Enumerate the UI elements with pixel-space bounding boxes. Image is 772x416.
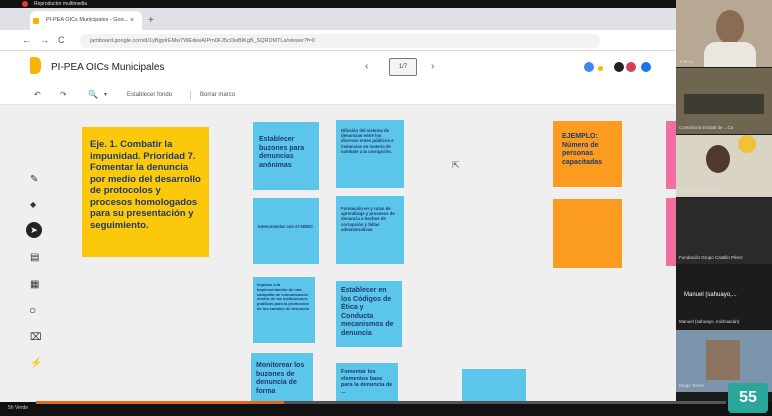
- sticky-note-main[interactable]: Eje. 1. Combatir la impunidad. Prioridad…: [82, 127, 209, 257]
- zoom-caret-icon[interactable]: ▾: [104, 88, 107, 102]
- reload-button[interactable]: C: [58, 33, 65, 47]
- sticky-note-example[interactable]: EJEMPLO: Número de personas capacitadas: [553, 121, 622, 187]
- sticky-note-text: Establecer en los Códigos de Ética y Con…: [341, 287, 394, 337]
- sticky-note-text: Formación en y rutas de aprendizaje y pr…: [341, 206, 395, 232]
- redo-icon[interactable]: ↷: [60, 88, 67, 102]
- progress-fill: [36, 401, 285, 404]
- sticky-note-text: Interconectar con el SIDEC: [258, 224, 314, 229]
- room-table: [684, 94, 764, 114]
- balloon-decoration: [738, 135, 756, 153]
- toolbar-divider: [190, 91, 191, 100]
- pen-tool-icon[interactable]: ✎: [30, 174, 38, 186]
- clear-frame-button[interactable]: Borrar marco: [200, 88, 235, 102]
- eraser-tool-icon[interactable]: ◆: [30, 199, 36, 211]
- sticky-note-empty[interactable]: [553, 199, 622, 268]
- set-background-button[interactable]: Establecer fondo: [127, 88, 172, 102]
- sticky-note[interactable]: Formación en y rutas de aprendizaje y pr…: [336, 196, 404, 264]
- video-tile-label: Manuel (sahuayo, michoacán): [676, 315, 772, 329]
- sticky-note-text: Difusión del sistema de denuncias entre …: [341, 128, 394, 154]
- sticky-note-text: EJEMPLO: Número de personas capacitadas: [562, 133, 603, 166]
- sticky-note[interactable]: Interconectar con el SIDEC: [253, 198, 319, 264]
- url-field[interactable]: jamboard.google.com/d/1yBgpIrEMw7WEdeeAI…: [80, 34, 600, 48]
- recording-bar: Reproductor multimedia: [0, 0, 676, 8]
- recording-label: Reproductor multimedia: [34, 1, 88, 7]
- media-player-bar: [0, 402, 772, 416]
- sticky-note[interactable]: Fomentar los elementos base para la denu…: [336, 363, 398, 402]
- jam-toolbar: [0, 85, 676, 105]
- sticky-note-partial[interactable]: [666, 198, 676, 266]
- sticky-note-text: Establecer buzones para denuncias anónim…: [259, 136, 305, 169]
- participant-name: Fundación Grupo Castillo Pérez: [679, 255, 743, 260]
- sticky-note-text: Monitorear los buzones de denuncia de fo…: [256, 362, 305, 395]
- circle-tool-icon[interactable]: ○: [29, 304, 36, 316]
- tab-close-icon[interactable]: ×: [130, 11, 134, 30]
- textbox-tool-icon[interactable]: ⌧: [30, 332, 42, 344]
- participant-face: [716, 10, 744, 44]
- participant-name: Ricardo Hernández: [679, 188, 718, 193]
- video-tile[interactable]: Fundación Grupo Castillo Pérez: [676, 198, 772, 264]
- sticky-note-text: Fomentar los elementos base para la denu…: [341, 369, 393, 395]
- undo-icon[interactable]: ↶: [34, 88, 41, 102]
- sticky-note-empty[interactable]: [462, 369, 526, 402]
- mouse-cursor-icon: ⇱: [452, 160, 460, 170]
- participant-avatar-icon[interactable]: [614, 62, 624, 72]
- frame-indicator[interactable]: 1/7: [389, 58, 417, 76]
- sticky-note[interactable]: Establecer en los Códigos de Ética y Con…: [336, 281, 402, 347]
- image-tool-icon[interactable]: ▦: [30, 279, 39, 291]
- participant-name: Diego Torres: [679, 383, 705, 388]
- select-tool-icon[interactable]: ➤: [26, 222, 42, 238]
- sticky-note-text: Impulso a la implementación de una campa…: [257, 282, 310, 311]
- account-avatar-icon[interactable]: [584, 62, 594, 72]
- building-image: [706, 340, 740, 380]
- time-label: 5h Verde: [8, 405, 29, 411]
- channel-badge: 55: [728, 383, 768, 413]
- zoom-icon[interactable]: 🔍: [88, 88, 98, 102]
- next-frame-button[interactable]: ›: [431, 61, 434, 72]
- back-button[interactable]: ←: [22, 33, 31, 47]
- browser-tab[interactable]: PI-PEA OICs Municipales - Goo...: [30, 11, 142, 30]
- sticky-note[interactable]: Monitorear los buzones de denuncia de fo…: [251, 353, 313, 402]
- jamboard-logo-icon: [30, 57, 41, 74]
- participant-name: Juan U.: [679, 59, 695, 64]
- participant-body: [704, 42, 756, 67]
- prev-frame-button[interactable]: ‹: [365, 61, 368, 72]
- sticky-note-partial[interactable]: [666, 121, 676, 189]
- new-tab-button[interactable]: +: [148, 11, 154, 30]
- laser-tool-icon[interactable]: ⚡: [30, 358, 42, 370]
- record-dot-icon: [22, 1, 28, 7]
- participant-face: [706, 145, 730, 173]
- sticky-note-text: Eje. 1. Combatir la impunidad. Prioridad…: [90, 139, 201, 231]
- video-tile[interactable]: Contraloría Estatal de ...Ca: [676, 68, 772, 134]
- video-tile[interactable]: Juan U.: [676, 0, 772, 67]
- share-button-icon[interactable]: [641, 62, 651, 72]
- participant-name: Manuel (sahuayo,...: [684, 292, 737, 298]
- sticky-note[interactable]: Impulso a la implementación de una campa…: [253, 277, 315, 343]
- avatar-badge-icon: [598, 66, 603, 71]
- jamboard-favicon-icon: [33, 18, 39, 24]
- participant-name: Manuel (sahuayo, michoacán): [679, 319, 740, 324]
- sticky-note-tool-icon[interactable]: ▤: [30, 252, 39, 264]
- sticky-note[interactable]: Establecer buzones para denuncias anónim…: [253, 122, 319, 190]
- forward-button[interactable]: →: [40, 33, 49, 47]
- jam-title[interactable]: PI-PEA OICs Municipales: [51, 62, 164, 73]
- tab-title: PI-PEA OICs Municipales - Goo...: [46, 17, 129, 23]
- video-tile[interactable]: Ricardo Hernández: [676, 135, 772, 197]
- participant-avatar-icon[interactable]: [626, 62, 636, 72]
- sticky-note[interactable]: Difusión del sistema de denuncias entre …: [336, 120, 404, 188]
- participant-name: Contraloría Estatal de ...Ca: [679, 125, 734, 130]
